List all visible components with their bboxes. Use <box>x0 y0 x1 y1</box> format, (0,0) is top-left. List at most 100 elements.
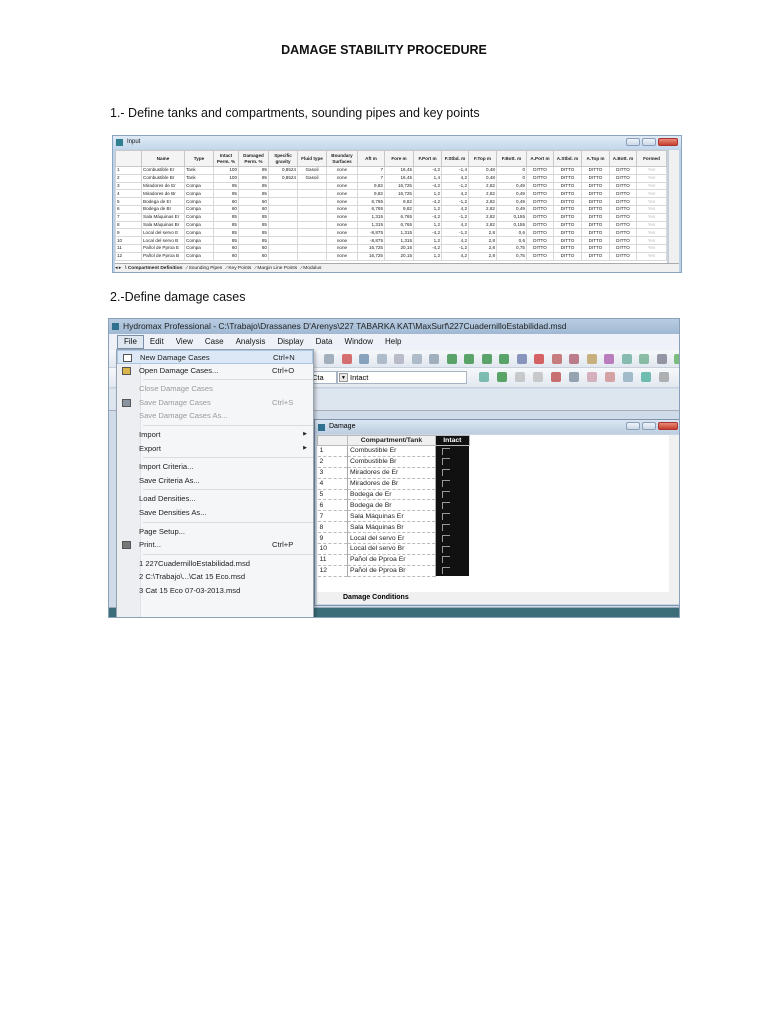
toolbar-icon[interactable] <box>411 354 422 364</box>
table-cell[interactable]: 20,15 <box>384 251 414 261</box>
table-cell[interactable]: none <box>326 173 358 183</box>
table-cell[interactable]: DITTO <box>581 204 610 214</box>
table-cell[interactable]: 12 <box>115 251 142 261</box>
table-cell[interactable]: Yes <box>636 251 667 261</box>
menu-display[interactable]: Display <box>271 334 309 350</box>
table-cell[interactable]: -8,875 <box>357 228 385 238</box>
table-cell[interactable] <box>297 197 327 206</box>
table-cell[interactable]: none <box>326 251 358 261</box>
table-cell[interactable]: 4,2 <box>441 236 469 245</box>
table-cell[interactable] <box>268 228 298 238</box>
table-cell[interactable]: -4,2 <box>413 212 442 222</box>
toolbar-icon[interactable] <box>551 354 562 364</box>
toolbar-icon[interactable] <box>324 354 334 364</box>
table-cell[interactable]: 1,2 <box>413 236 442 245</box>
table-cell[interactable]: Gasoil <box>297 166 327 175</box>
checkbox[interactable] <box>441 448 450 455</box>
column-header[interactable]: Type <box>184 150 214 167</box>
table-cell[interactable]: 100 <box>213 166 239 175</box>
table-cell[interactable] <box>268 236 298 245</box>
table-cell[interactable]: -1,2 <box>441 212 469 222</box>
table-cell[interactable]: Compa <box>184 189 214 199</box>
toolbar-icon[interactable] <box>481 354 492 364</box>
column-header[interactable]: A.Port m <box>526 150 554 167</box>
table-cell[interactable]: 1,4 <box>413 173 442 183</box>
checkbox[interactable] <box>441 501 450 509</box>
close-button[interactable] <box>658 422 678 430</box>
table-cell[interactable]: DITTO <box>526 212 554 222</box>
table-cell[interactable]: -1,2 <box>441 243 469 253</box>
vertical-scrollbar[interactable] <box>668 150 679 263</box>
table-cell[interactable]: none <box>326 181 358 191</box>
table-cell[interactable]: 0,8524 <box>268 166 298 175</box>
menu-case[interactable]: Case <box>199 334 230 350</box>
table-cell[interactable]: none <box>326 212 358 222</box>
table-cell[interactable]: DITTO <box>553 228 582 238</box>
case-combo[interactable]: ▼ Intact <box>337 371 467 384</box>
table-cell[interactable]: DITTO <box>581 189 610 199</box>
table-cell[interactable]: 11 <box>115 243 142 253</box>
table-cell[interactable]: Compa <box>184 228 214 238</box>
column-header[interactable]: Intact <box>434 435 470 446</box>
checkbox[interactable] <box>441 480 450 488</box>
intact-checkbox-cell[interactable] <box>435 554 470 566</box>
toolbar-icon[interactable] <box>341 354 352 364</box>
checkbox[interactable] <box>441 491 450 499</box>
table-cell[interactable]: 10 <box>115 236 142 245</box>
table-cell[interactable]: Bodega de Br <box>141 204 185 214</box>
table-cell[interactable]: 6,765 <box>384 220 414 230</box>
table-cell[interactable]: Yes <box>636 181 667 191</box>
table-cell[interactable]: Compa <box>184 197 214 206</box>
table-cell[interactable]: 4,2 <box>441 251 469 261</box>
table-cell[interactable]: DITTO <box>526 220 554 230</box>
checkbox[interactable] <box>441 567 450 575</box>
sheet-tab[interactable]: \ Compartment Definition <box>125 266 182 271</box>
table-cell[interactable]: DITTO <box>553 251 582 261</box>
table-cell[interactable]: 6 <box>115 204 142 214</box>
table-cell[interactable]: 16,725 <box>384 181 414 191</box>
menu-item-import[interactable]: Import ▶ <box>117 428 313 442</box>
column-header[interactable]: Formed <box>636 150 667 167</box>
table-cell[interactable] <box>268 181 298 191</box>
table-cell[interactable] <box>297 228 327 238</box>
table-cell[interactable]: 6,765 <box>357 204 385 214</box>
table-cell[interactable]: 0,48 <box>468 166 497 175</box>
table-cell[interactable]: 2 <box>115 173 142 183</box>
table-cell[interactable]: 60 <box>238 251 269 261</box>
table-cell[interactable]: 85 <box>213 212 239 222</box>
column-header[interactable]: Intact Perm. % <box>213 150 239 167</box>
table-cell[interactable]: 5 <box>115 197 142 206</box>
toolbar-icon[interactable] <box>499 354 509 364</box>
table-cell[interactable]: 4,2 <box>441 173 469 183</box>
table-cell[interactable]: DITTO <box>526 251 554 261</box>
table-cell[interactable]: DITTO <box>581 236 610 245</box>
table-cell[interactable]: 85 <box>238 228 269 238</box>
table-cell[interactable]: Yes <box>636 228 667 238</box>
intact-checkbox-cell[interactable] <box>435 489 470 500</box>
column-header[interactable]: Aft m <box>357 150 385 167</box>
column-header[interactable]: Fluid type <box>297 150 327 167</box>
checkbox[interactable] <box>441 523 450 531</box>
table-cell[interactable]: Compa <box>184 220 214 230</box>
table-cell[interactable]: -4,2 <box>413 181 442 191</box>
table-cell[interactable]: -1,2 <box>441 228 469 238</box>
menu-item-export[interactable]: Export ▶ <box>117 442 313 456</box>
intact-checkbox-cell[interactable] <box>435 510 470 522</box>
table-cell[interactable]: Yes <box>636 166 667 175</box>
column-header[interactable]: Compartment/Tank <box>346 435 436 446</box>
column-header[interactable]: F.Top m <box>468 150 497 167</box>
table-cell[interactable] <box>268 189 298 199</box>
table-cell[interactable]: 9,82 <box>384 197 414 206</box>
menu-item-3-cat-15-eco-07-03-2013-msd[interactable]: 3 Cat 15 Eco 07-03-2013.msd <box>117 584 313 598</box>
toolbar-icon[interactable] <box>551 372 561 382</box>
minimize-button[interactable] <box>626 138 640 146</box>
table-cell[interactable] <box>297 204 327 214</box>
menu-item-page-setup[interactable]: Page Setup... <box>117 525 313 539</box>
table-cell[interactable]: DITTO <box>526 204 554 214</box>
table-cell[interactable]: DITTO <box>526 197 554 206</box>
table-cell[interactable]: 0,8524 <box>268 173 298 183</box>
table-cell[interactable]: 4,2 <box>441 204 469 214</box>
table-cell[interactable]: 0,48 <box>468 173 497 183</box>
table-cell[interactable]: DITTO <box>581 197 610 206</box>
table-cell[interactable]: 95 <box>238 173 269 183</box>
